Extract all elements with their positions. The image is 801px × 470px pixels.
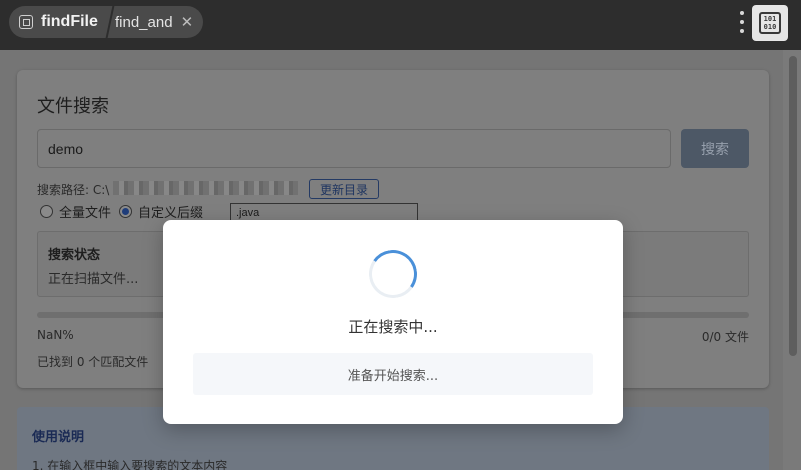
suffix-input-value: .java	[236, 206, 260, 219]
tab-document[interactable]: find_and ✕	[115, 6, 193, 38]
search-path-label: 搜索路径: C:\	[37, 183, 110, 197]
refresh-directory-button[interactable]: 更新目录	[309, 179, 379, 199]
close-icon[interactable]: ✕	[181, 14, 194, 30]
scrollbar[interactable]	[783, 50, 801, 470]
help-item: 1. 在输入框中输入要搜索的文本内容	[32, 459, 228, 470]
status-title: 搜索状态	[48, 248, 101, 263]
progress-percent: NaN%	[37, 328, 74, 342]
binary-icon: 101 010	[759, 12, 781, 34]
radio-all-files-label: 全量文件	[59, 205, 112, 221]
app-icon	[19, 15, 33, 29]
tab-app[interactable]: findFile	[9, 6, 111, 38]
search-input[interactable]: demo	[37, 129, 671, 168]
status-text: 正在扫描文件...	[48, 272, 139, 287]
tab-app-label: findFile	[41, 13, 98, 30]
loading-spinner-icon	[365, 246, 421, 302]
file-type-options: 全量文件 自定义后缀	[40, 201, 211, 221]
searching-modal: 正在搜索中... 准备开始搜索...	[163, 220, 623, 424]
modal-status: 准备开始搜索...	[193, 353, 593, 395]
tab-document-label: find_and	[115, 13, 173, 31]
search-button[interactable]: 搜索	[681, 129, 749, 168]
scrollbar-thumb[interactable]	[789, 56, 797, 356]
progress-file-count: 0/0 文件	[701, 330, 749, 344]
more-menu-icon[interactable]	[740, 11, 744, 33]
radio-custom-suffix[interactable]	[119, 204, 133, 218]
title-bar: findFile find_and ✕ 101 010	[0, 0, 801, 50]
found-count-text: 已找到 0 个匹配文件	[37, 355, 149, 369]
search-path-redacted	[113, 181, 298, 195]
page-title: 文件搜索	[37, 96, 109, 117]
radio-all-files[interactable]	[40, 204, 53, 218]
modal-title: 正在搜索中...	[348, 318, 438, 336]
tab-strip: findFile find_and ✕	[9, 6, 203, 38]
binary-toggle-button[interactable]: 101 010	[752, 5, 788, 41]
radio-custom-suffix-label: 自定义后缀	[138, 205, 204, 221]
help-title: 使用说明	[32, 430, 85, 445]
search-input-value: demo	[48, 140, 84, 157]
